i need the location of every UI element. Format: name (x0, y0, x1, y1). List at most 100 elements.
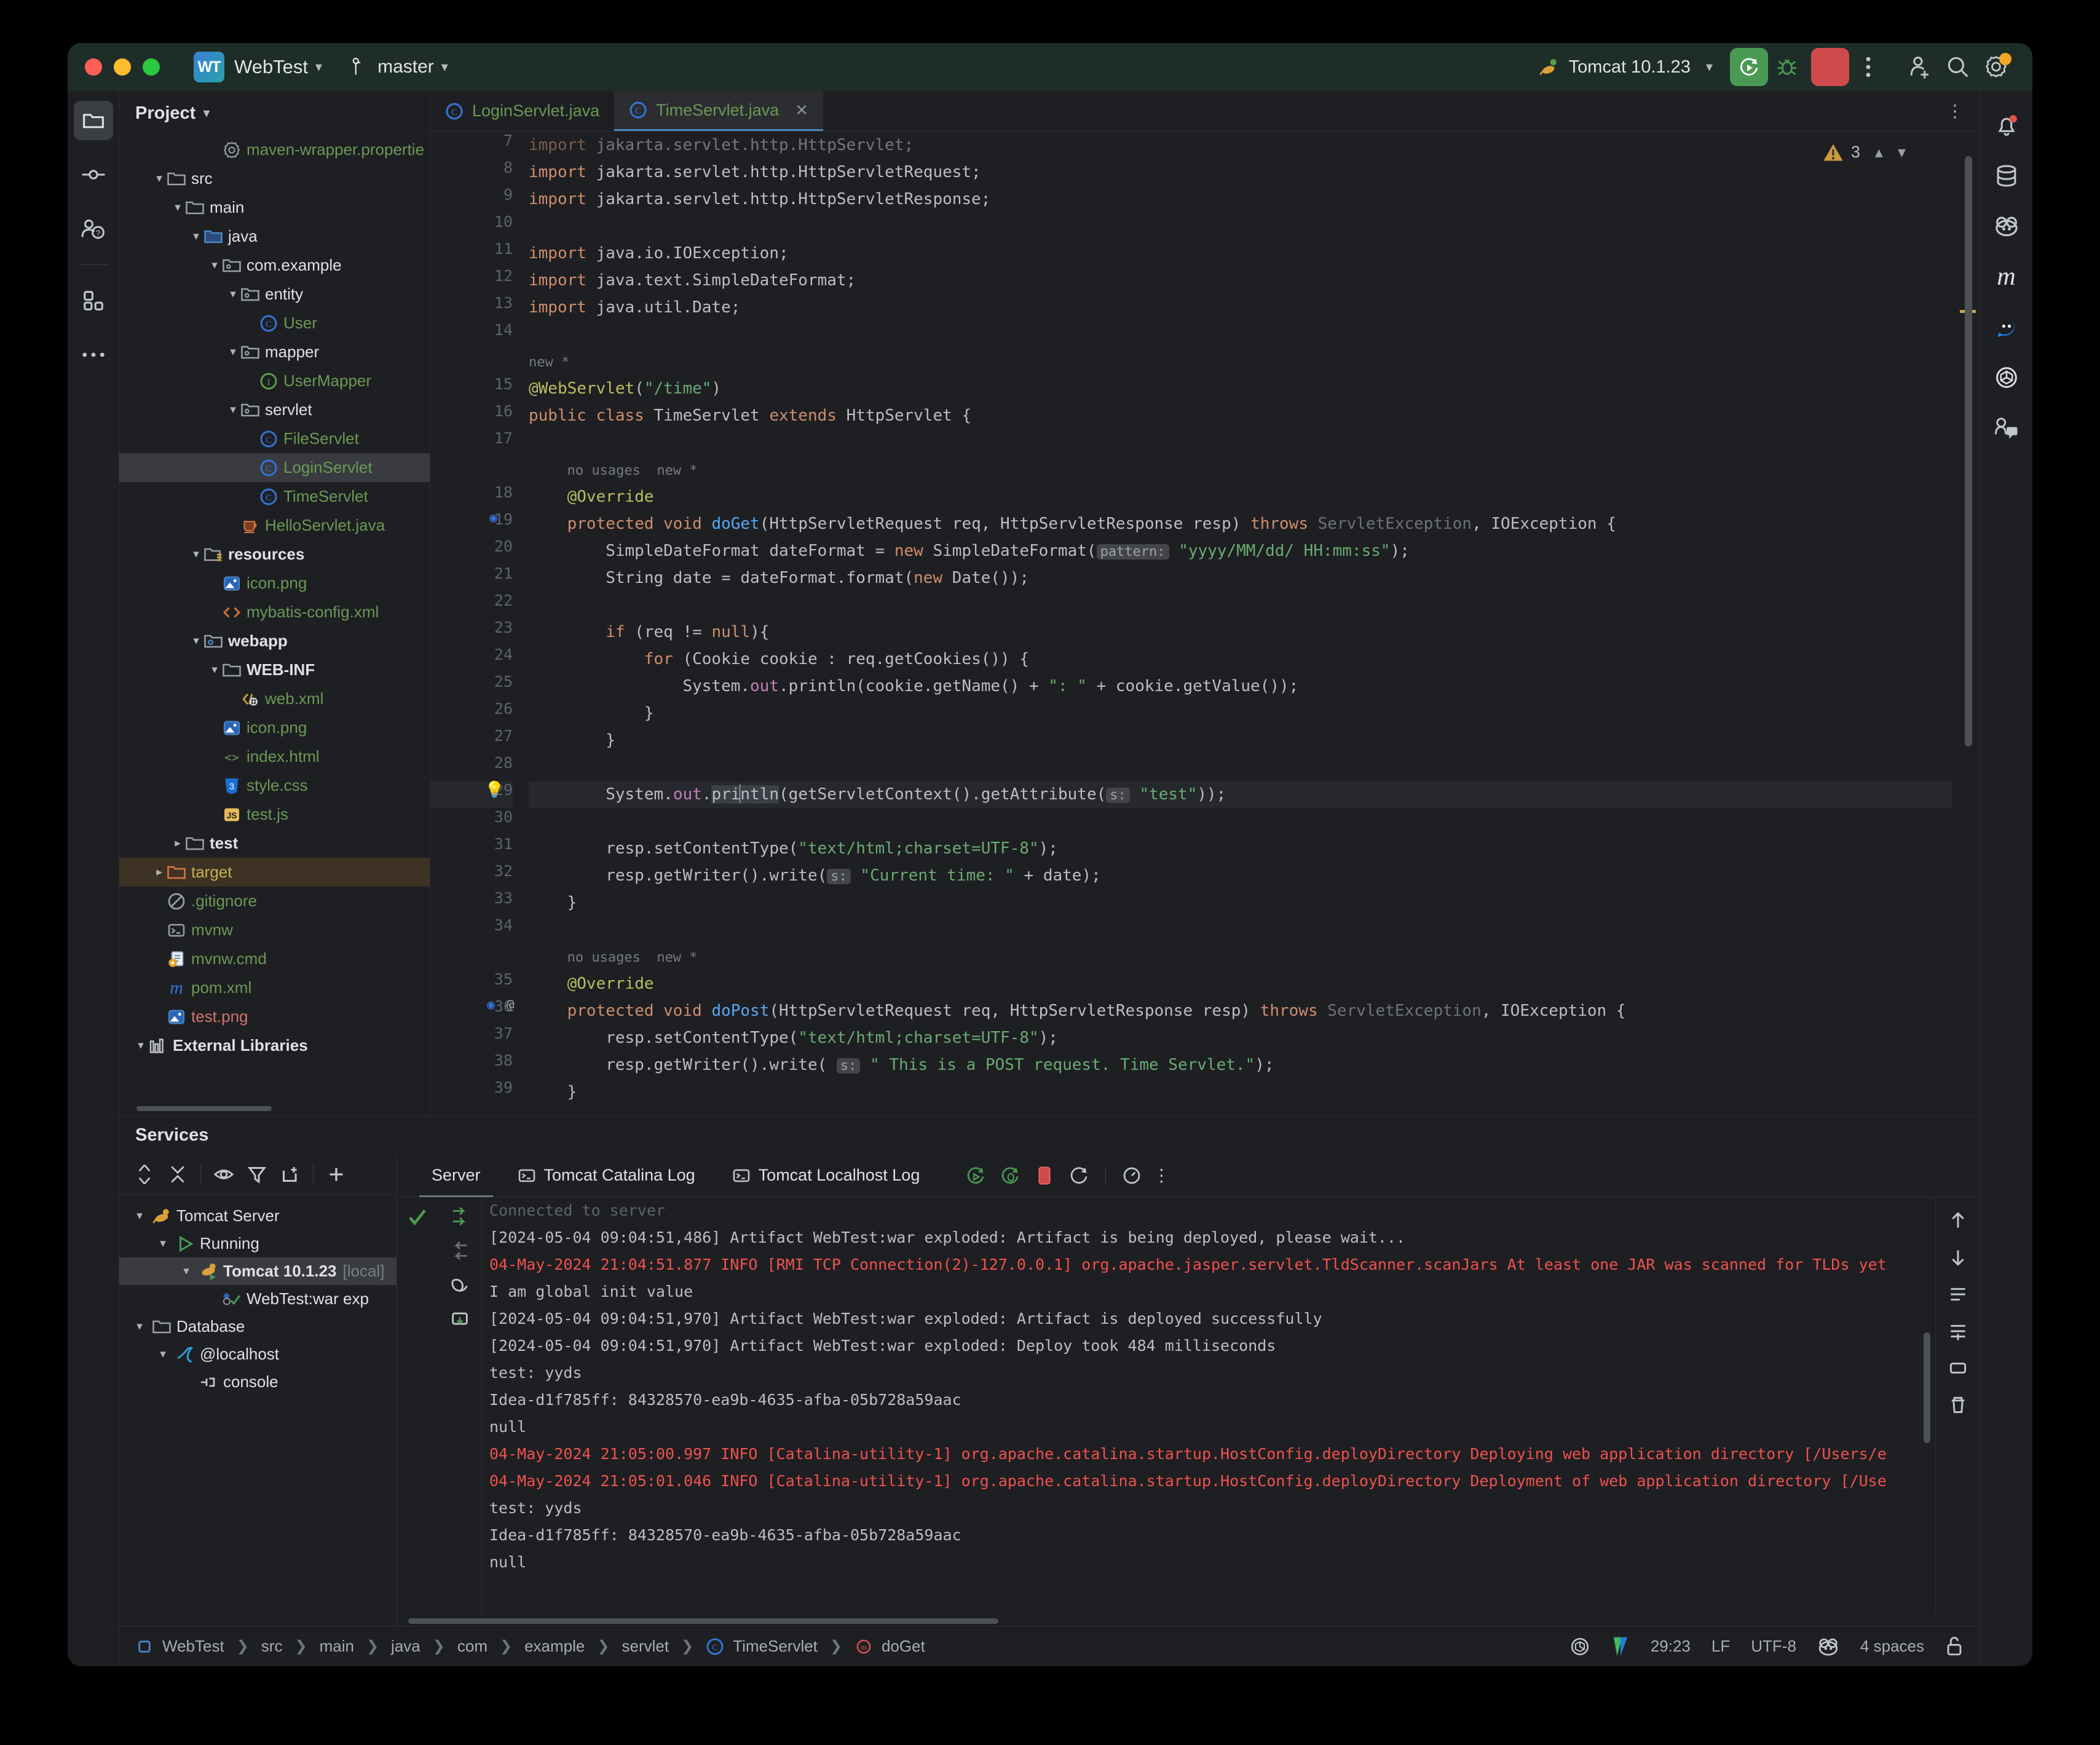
code-line[interactable]: } (529, 700, 1980, 727)
tree-row[interactable]: ▾ mybatis-config.xml (119, 598, 430, 627)
console-toolbar[interactable]: ⋮ (960, 1160, 1172, 1191)
console-tab[interactable]: Tomcat Catalina Log (499, 1154, 714, 1197)
chevron-down-icon[interactable]: ▾ (155, 1237, 171, 1251)
code-line[interactable]: public class TimeServlet extends HttpSer… (529, 402, 1980, 429)
code-line[interactable]: for (Cookie cookie : req.getCookies()) { (529, 646, 1980, 673)
sidebar-item-project[interactable] (73, 101, 113, 140)
chevron-right-icon[interactable]: ▸ (170, 836, 186, 850)
console-v-scrollbar[interactable] (1924, 1332, 1930, 1443)
editor-tabs-more-button[interactable]: ⋮ (1930, 91, 1980, 131)
close-tab-icon[interactable]: ✕ (795, 101, 808, 120)
run-button[interactable] (1730, 48, 1768, 86)
breadcrumb-item[interactable]: java (391, 1637, 420, 1656)
code-line[interactable]: import java.text.SimpleDateFormat; (529, 267, 1980, 294)
tree-row[interactable]: ▸ target (119, 858, 430, 887)
tree-row[interactable]: ▾ test.png (119, 1002, 430, 1031)
code-line[interactable] (529, 754, 1980, 781)
sidebar-item-pull-requests[interactable]: ? (74, 209, 113, 248)
sidebar-item-structure[interactable] (74, 281, 113, 320)
chevron-down-icon[interactable]: ▾ (188, 634, 204, 648)
editor-tab[interactable]: C LoginServlet.java (430, 91, 614, 131)
code-line[interactable]: protected void doPost(HttpServletRequest… (529, 997, 1980, 1024)
sidebar-item-code-with-me[interactable] (1987, 408, 2026, 448)
code-line[interactable] (529, 321, 1980, 348)
tree-row[interactable]: ▾ main (119, 193, 430, 222)
code-line[interactable]: resp.getWriter().write(s: "Current time:… (529, 862, 1980, 889)
maximize-window-button[interactable] (143, 58, 160, 76)
code-line[interactable]: import java.util.Date; (529, 294, 1980, 321)
services-tree-row[interactable]: ▾ WebTest:war exp (119, 1285, 397, 1313)
breadcrumb-item[interactable]: TimeServlet (733, 1637, 818, 1656)
tree-row[interactable]: ▾ .gitignore (119, 887, 430, 916)
code-line[interactable]: @WebServlet("/time") (529, 375, 1980, 402)
trash-icon[interactable] (1948, 1395, 1968, 1415)
code-line[interactable]: @Override (529, 483, 1980, 510)
indent-setting[interactable]: 4 spaces (1860, 1637, 1924, 1656)
branch-selector[interactable]: master ▾ (350, 56, 448, 78)
code-line[interactable]: resp.getWriter().write( s: " This is a P… (529, 1051, 1980, 1078)
show-icon[interactable] (207, 1158, 240, 1191)
breadcrumb-item[interactable]: servlet (622, 1637, 669, 1656)
code-line[interactable]: import jakarta.servlet.http.HttpServletR… (529, 186, 1980, 213)
code-line[interactable]: SimpleDateFormat dateFormat = new Simple… (529, 537, 1980, 564)
breadcrumb-item[interactable]: main (320, 1637, 354, 1656)
sidebar-item-notifications[interactable] (1987, 106, 2026, 145)
sidebar-item-database[interactable] (1987, 156, 2026, 196)
tree-row[interactable]: ▾ mvnw.cmd (119, 944, 430, 973)
chevron-down-icon[interactable]: ▾ (155, 1347, 171, 1361)
code-line[interactable]: @Override (529, 970, 1980, 997)
code-line[interactable] (529, 808, 1980, 835)
override-gutter-icon[interactable]: ◉ (487, 997, 495, 1013)
tree-row[interactable]: ▾ icon.png (119, 713, 430, 742)
scroll-to-end-icon[interactable] (449, 1206, 470, 1227)
console-right-toolbar[interactable] (1935, 1197, 1980, 1616)
chevron-down-icon[interactable]: ▾ (170, 200, 186, 215)
add-user-button[interactable] (1901, 48, 1939, 86)
sidebar-item-openai[interactable] (1987, 358, 2026, 397)
tree-row[interactable]: ▾ C TimeServlet (119, 482, 430, 511)
code-line[interactable]: } (529, 889, 1980, 916)
tree-row[interactable]: ▾ src (119, 164, 430, 193)
breadcrumb[interactable]: WebTest ❯ src ❯ main ❯ java ❯ com ❯ example ❯ servle… (135, 1637, 925, 1656)
scroll-to-start-icon[interactable] (449, 1240, 470, 1261)
chevron-down-icon[interactable]: ▾ (132, 1320, 148, 1334)
tree-row[interactable]: ▾ <> index.html (119, 742, 430, 771)
stop-button[interactable] (1811, 48, 1849, 86)
lock-icon[interactable] (1945, 1636, 1964, 1657)
chevron-right-icon[interactable]: ▸ (151, 865, 167, 879)
tree-row[interactable]: ▾ mapper (119, 338, 430, 366)
run-configuration-selector[interactable]: Tomcat 10.1.23 ▾ (1539, 56, 1713, 78)
tree-row[interactable]: ▾ JS test.js (119, 800, 430, 829)
tree-row[interactable]: ▾ C User (119, 309, 430, 338)
project-name[interactable]: WebTest (234, 56, 308, 78)
services-tree-row[interactable]: ▾ @localhost (119, 1340, 397, 1368)
chevron-down-icon[interactable]: ▾ (188, 547, 204, 561)
code-line[interactable] (529, 592, 1980, 619)
line-separator[interactable]: LF (1711, 1637, 1730, 1656)
chevron-down-icon[interactable]: ▾ (188, 229, 204, 243)
tree-row[interactable]: ▾ m pom.xml (119, 973, 430, 1002)
project-tree[interactable]: ▾ maven-wrapper.propertie ▾ src ▾ main ▾… (119, 135, 430, 1104)
filter-icon[interactable] (240, 1158, 274, 1191)
breadcrumb-item[interactable]: src (261, 1637, 283, 1656)
soft-wrap-icon[interactable] (449, 1275, 470, 1296)
tree-row[interactable]: ▾ servlet (119, 395, 430, 424)
tree-row[interactable]: ▾ 3 style.css (119, 771, 430, 800)
window-controls[interactable] (85, 58, 160, 76)
stop-icon[interactable] (1029, 1160, 1060, 1191)
collapse-all-icon[interactable] (161, 1158, 194, 1191)
more-vertical-icon[interactable]: ⋮ (1151, 1160, 1172, 1191)
tree-row[interactable]: ▾ maven-wrapper.propertie (119, 135, 430, 164)
code-line[interactable] (529, 916, 1980, 943)
editor-tabs[interactable]: C LoginServlet.java C TimeServlet.java ✕… (430, 91, 1980, 132)
code-line[interactable]: if (req != null){ (529, 619, 1980, 646)
console-tab[interactable]: Server (413, 1154, 499, 1197)
breadcrumb-item[interactable]: WebTest (162, 1637, 224, 1656)
tree-row[interactable]: ▾ web.xml (119, 684, 430, 713)
tree-row[interactable]: ▾ mvnw (119, 916, 430, 944)
code-line[interactable]: import jakarta.servlet.http.HttpServlet; (529, 132, 1980, 159)
copilot-icon[interactable] (1817, 1636, 1839, 1657)
code-line[interactable]: no usages new * (529, 456, 1980, 483)
code-line[interactable]: String date = dateFormat.format(new Date… (529, 564, 1980, 592)
editor-v-scrollbar[interactable] (1965, 156, 1972, 746)
